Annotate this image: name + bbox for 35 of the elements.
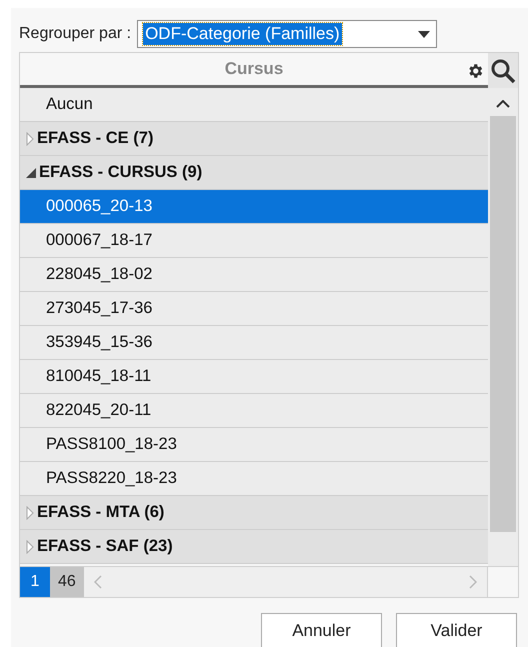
group-row[interactable]: EFASS - MTA (6)	[20, 496, 488, 530]
list-item[interactable]: 000067_18-17	[20, 224, 488, 258]
dropdown-caret-icon[interactable]	[418, 30, 430, 38]
list-item[interactable]: 273045_17-36	[20, 292, 488, 326]
group-by-label: Regrouper par :	[19, 25, 132, 43]
group-row[interactable]: EFASS - CE (7)	[20, 122, 488, 156]
group-label: EFASS - CE (7)	[37, 129, 154, 148]
list-item[interactable]: 228045_18-02	[20, 258, 488, 292]
group-by-dropdown[interactable]: ODF-Categorie (Familles)	[137, 20, 438, 48]
group-row[interactable]: EFASS - SAF (23)	[20, 530, 488, 564]
group-label: EFASS - CURSUS (9)	[39, 163, 202, 182]
list-item[interactable]: 822045_20-11	[20, 394, 488, 428]
expand-triangle-icon[interactable]	[26, 132, 34, 146]
page-tab[interactable]: 46	[50, 567, 84, 597]
dialog-button[interactable]: Annuler	[261, 613, 382, 647]
horizontal-scrollbar[interactable]	[84, 567, 488, 597]
search-button[interactable]	[488, 53, 518, 88]
list-item[interactable]: 000065_20-13	[20, 190, 488, 224]
scroll-right-icon[interactable]	[469, 575, 477, 589]
expand-triangle-icon[interactable]	[26, 506, 34, 520]
group-label: EFASS - MTA (6)	[37, 503, 164, 522]
list-item[interactable]: Aucun	[20, 88, 488, 122]
list-item[interactable]: 810045_18-11	[20, 360, 488, 394]
expand-triangle-icon[interactable]	[26, 540, 34, 554]
list-item[interactable]: 353945_15-36	[20, 326, 488, 360]
group-label: EFASS - SAF (23)	[37, 537, 173, 556]
scroll-up-icon[interactable]	[496, 100, 510, 108]
list-item[interactable]: PASS8100_18-23	[20, 428, 488, 462]
scroll-left-icon[interactable]	[94, 575, 102, 589]
page-tab[interactable]: 1	[20, 567, 50, 597]
collapse-triangle-icon[interactable]	[26, 168, 36, 178]
group-row[interactable]: EFASS - CURSUS (9)	[20, 156, 488, 190]
list-item[interactable]: PASS8220_18-23	[20, 462, 488, 496]
dialog-button[interactable]: Valider	[396, 613, 517, 647]
vertical-scrollbar[interactable]	[488, 88, 518, 566]
